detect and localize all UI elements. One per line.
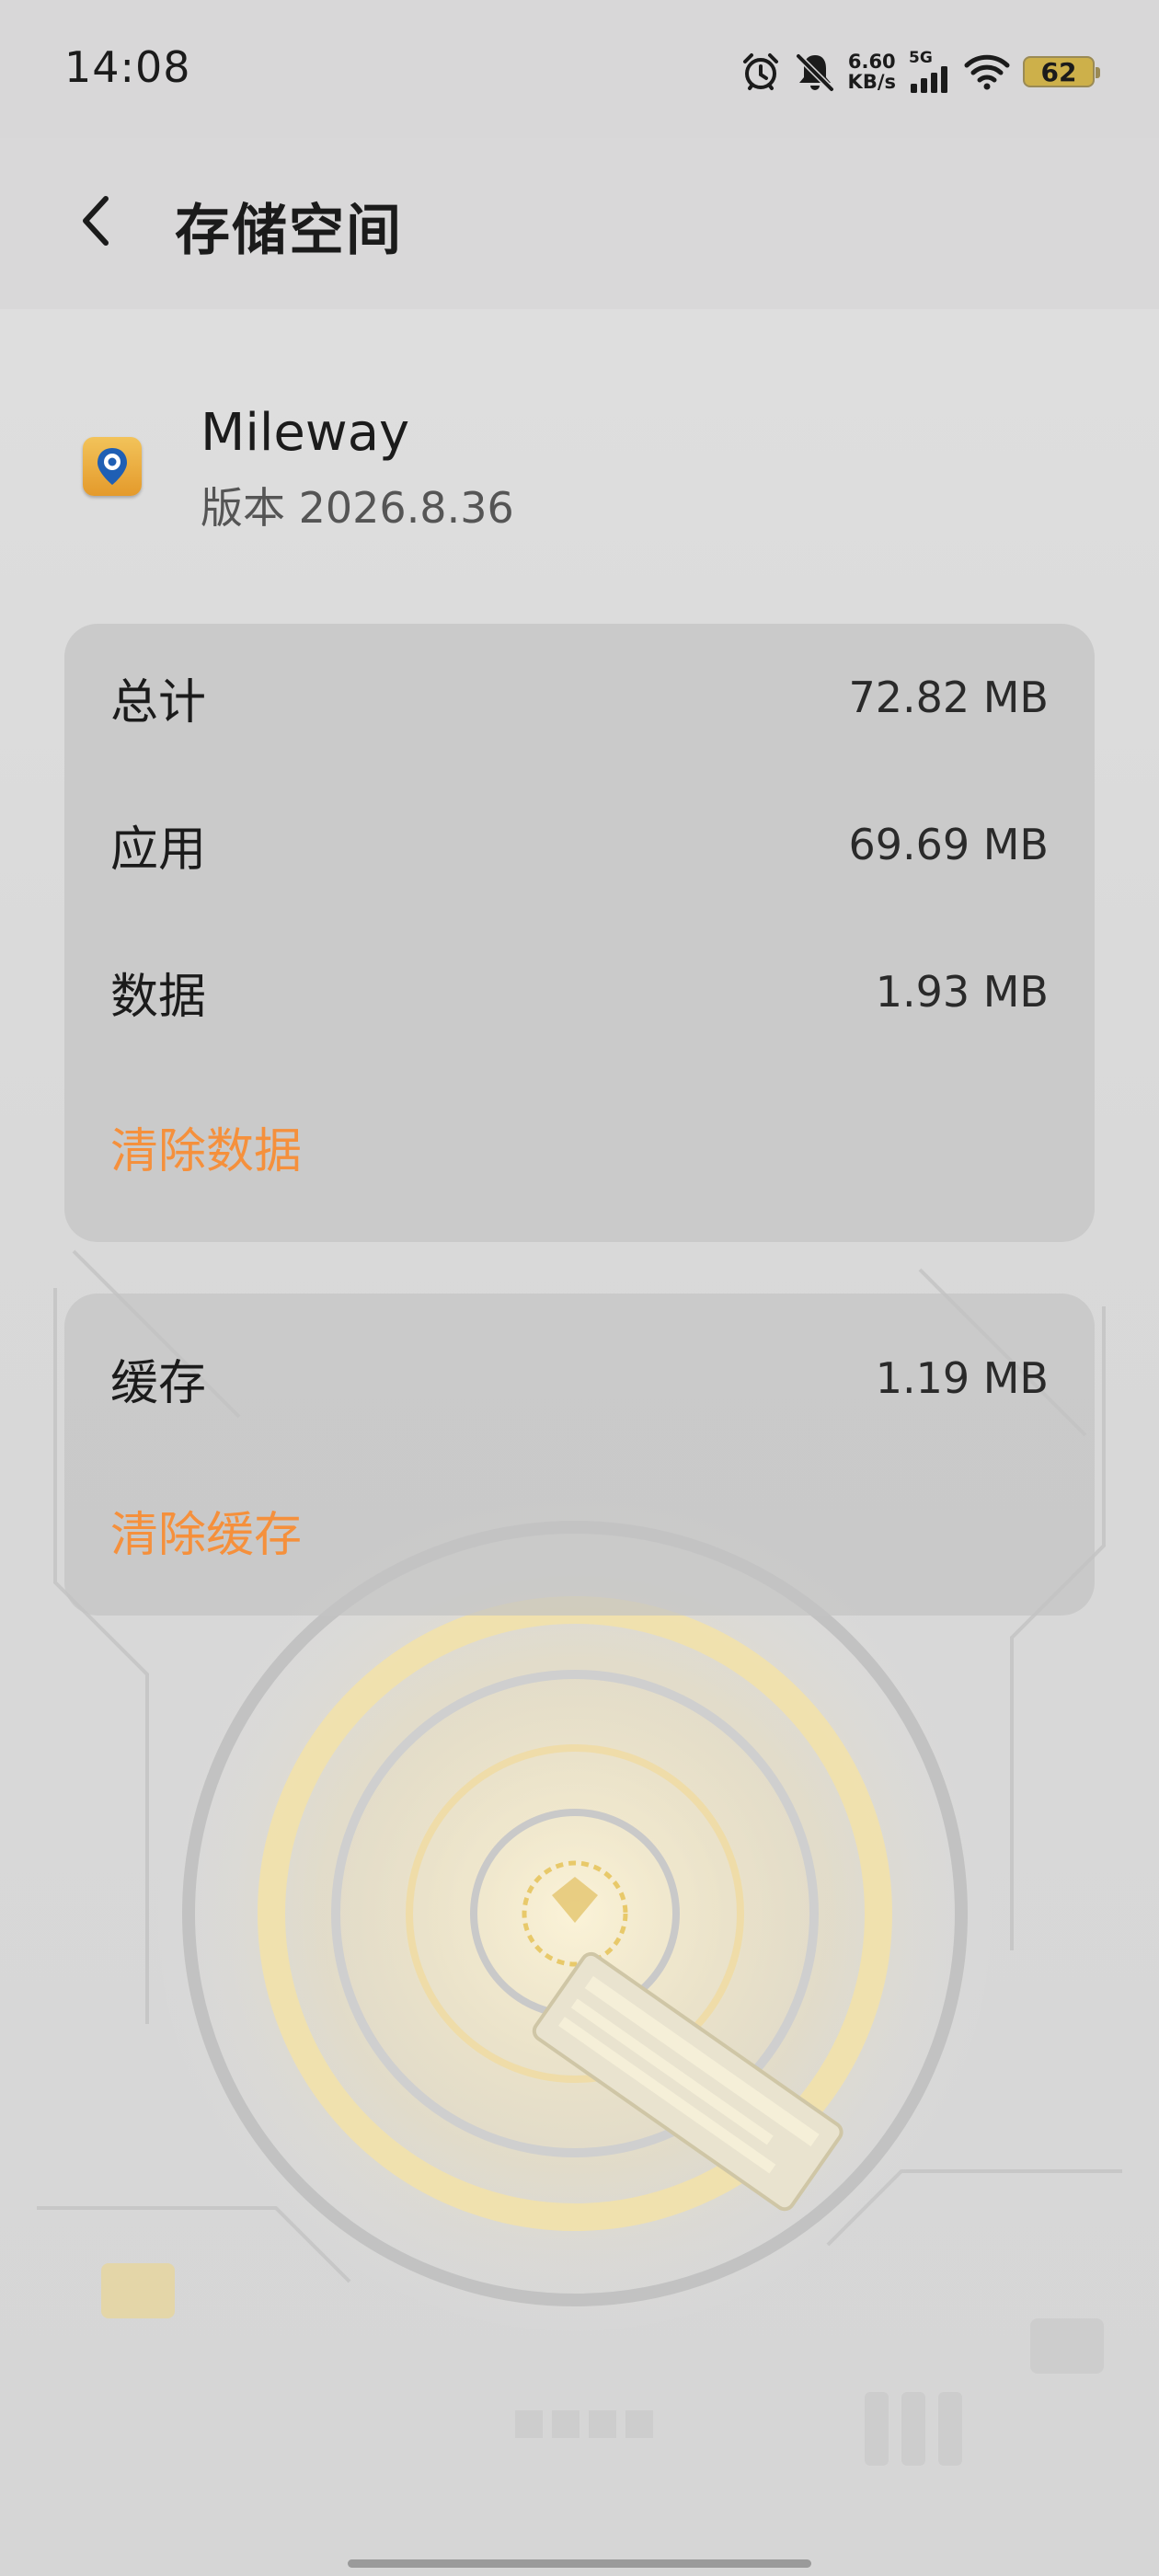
- row-label: 应用: [110, 822, 207, 878]
- row-label: 缓存: [110, 1355, 207, 1411]
- storage-row-total: 总计 72.82 MB: [64, 624, 1095, 771]
- alarm-icon: [742, 53, 778, 90]
- storage-card: 总计 72.82 MB 应用 69.69 MB 数据 1.93 MB 清除数据: [64, 624, 1095, 1242]
- network-type: 5G: [909, 49, 933, 67]
- storage-row-app: 应用 69.69 MB: [64, 771, 1095, 918]
- status-bar: 14:08 6.60 KB/s 5G 62: [0, 0, 1159, 138]
- row-value: 69.69 MB: [848, 820, 1049, 869]
- map-pin-app-icon: [83, 437, 142, 496]
- page-title: 存储空间: [175, 199, 403, 263]
- clear-data-label: 清除数据: [110, 1123, 303, 1179]
- cache-row: 缓存 1.19 MB: [64, 1305, 1095, 1452]
- status-time: 14:08: [64, 42, 191, 92]
- row-label: 总计: [110, 674, 207, 730]
- battery-level: 62: [1040, 56, 1077, 87]
- net-speed-unit: KB/s: [847, 71, 896, 93]
- status-icons: 6.60 KB/s 5G 62: [740, 46, 1100, 98]
- chevron-left-icon: [83, 196, 109, 246]
- row-label: 数据: [110, 969, 207, 1025]
- mute-bell-icon: [796, 53, 834, 92]
- cache-card: 缓存 1.19 MB 清除缓存: [64, 1294, 1095, 1616]
- app-name: Mileway: [201, 403, 410, 463]
- app-version: 版本 2026.8.36: [201, 483, 514, 533]
- cellular-indicator: 5G: [909, 51, 951, 93]
- app-info: Mileway 版本 2026.8.36: [0, 386, 1159, 552]
- row-value: 1.93 MB: [875, 967, 1049, 1017]
- net-speed: 6.60 KB/s: [848, 52, 896, 92]
- signal-icon: [911, 66, 947, 93]
- back-button[interactable]: [64, 184, 129, 258]
- clear-cache-button[interactable]: 清除缓存: [64, 1452, 1095, 1608]
- row-value: 72.82 MB: [848, 673, 1049, 722]
- storage-row-data: 数据 1.93 MB: [64, 918, 1095, 1065]
- net-speed-value: 6.60: [847, 51, 896, 73]
- clear-cache-label: 清除缓存: [110, 1507, 303, 1563]
- header: 存储空间: [0, 138, 1159, 309]
- wifi-icon: [964, 54, 1010, 90]
- clear-data-button[interactable]: 清除数据: [64, 1065, 1095, 1227]
- storage-screen: 14:08 6.60 KB/s 5G 62 存储空间 Mileway 版本 20…: [0, 0, 1159, 2576]
- battery-icon: 62: [1023, 56, 1100, 87]
- row-value: 1.19 MB: [875, 1353, 1049, 1403]
- home-indicator[interactable]: [348, 2559, 811, 2568]
